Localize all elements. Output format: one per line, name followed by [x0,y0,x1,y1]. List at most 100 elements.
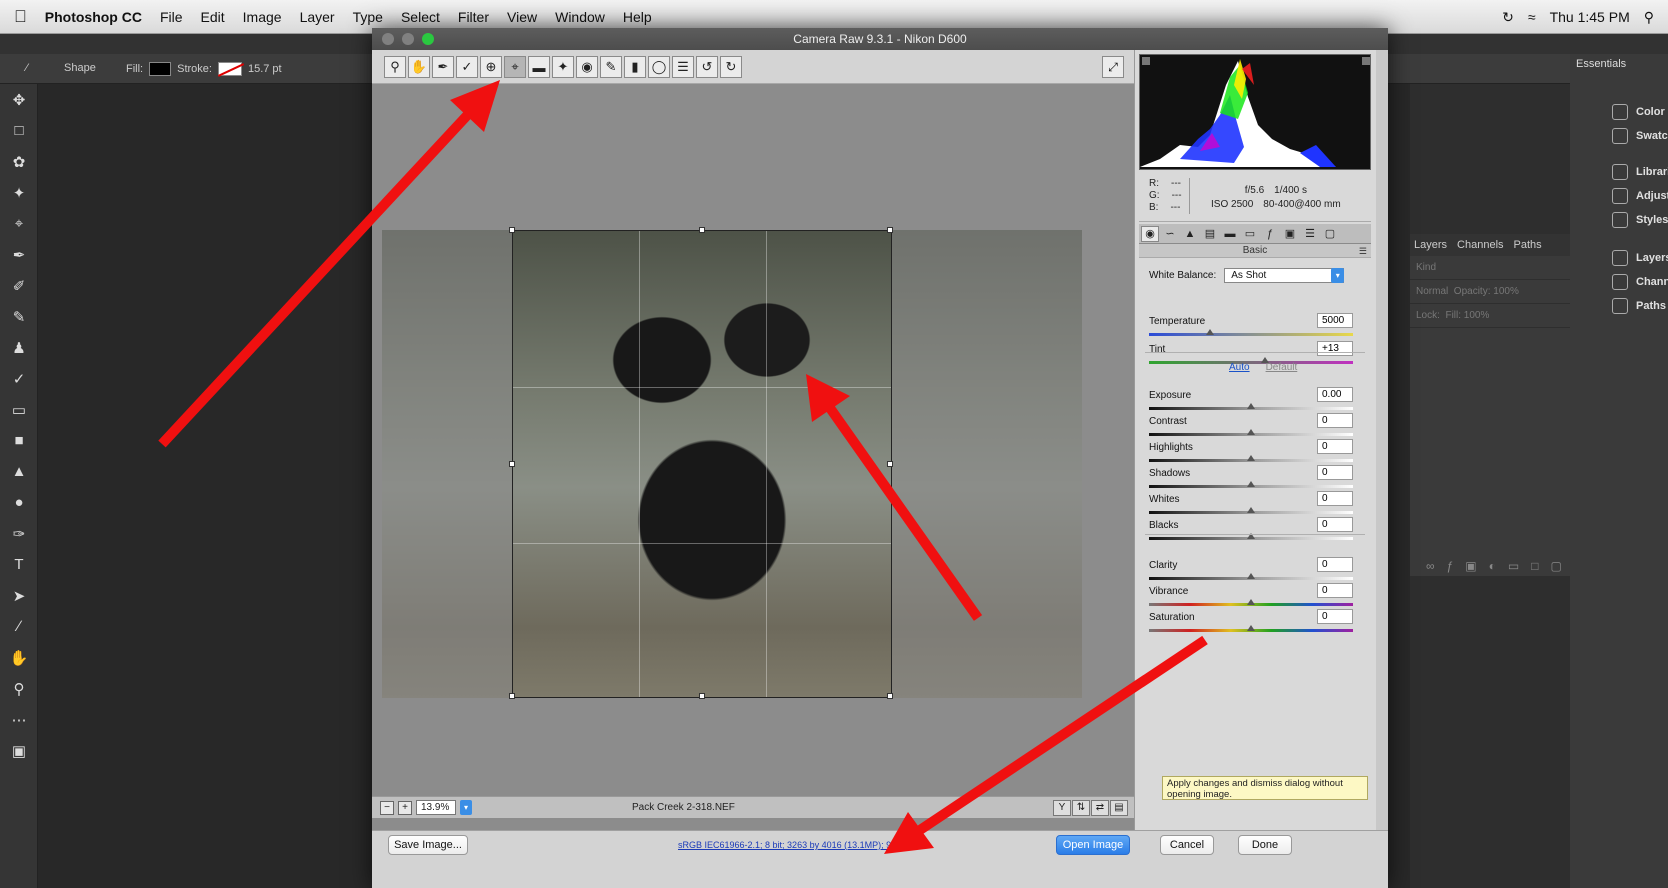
crop-handle[interactable] [887,227,893,233]
menu-layer[interactable]: Layer [300,9,335,25]
panel-styles[interactable]: Styles [1612,212,1668,228]
chevron-down-icon[interactable]: ▾ [460,800,472,815]
copy-settings-icon[interactable]: ⇄ [1091,800,1109,816]
workflow-options-link[interactable]: sRGB IEC61966-2.1; 8 bit; 3263 by 4016 (… [678,840,911,850]
panel-swatches[interactable]: Swatches [1612,128,1668,144]
color-sampler-icon[interactable]: ✓ [456,56,478,78]
workspace-switcher[interactable]: Essentials [1576,58,1626,70]
fullscreen-toggle-icon[interactable]: ⤢ [1102,56,1124,78]
app-name[interactable]: Photoshop CC [45,9,142,25]
color-swatches-icon[interactable]: ▣ [0,735,38,766]
crop-tool-icon[interactable]: ⌖ [0,208,38,239]
adjustment-brush-icon[interactable]: ✎ [600,56,622,78]
stroke-size[interactable]: 15.7 pt [248,63,282,75]
magic-wand-icon[interactable]: ✦ [0,177,38,208]
type-tool-icon[interactable]: T [0,549,38,580]
tab-split-toning-icon[interactable]: ▬ [1221,226,1239,242]
stroke-swatch[interactable] [217,62,242,76]
before-after-icon[interactable]: Y [1053,800,1071,816]
trash-icon[interactable]: ▢ [1550,559,1561,573]
folder-icon[interactable]: ▭ [1508,559,1519,573]
zoom-out-button[interactable]: − [380,800,394,815]
blend-mode[interactable]: Normal [1416,286,1448,297]
white-balance-select[interactable]: As Shot ▾ [1224,268,1345,283]
done-button[interactable]: Done [1238,835,1292,855]
rotate-cw-icon[interactable]: ↻ [720,56,742,78]
tab-lens-icon[interactable]: ▭ [1241,226,1259,242]
save-image-button[interactable]: Save Image... [388,835,468,855]
panel-libraries[interactable]: Libraries [1612,164,1668,180]
slider-thumb[interactable] [1247,481,1255,487]
slider-thumb[interactable] [1247,455,1255,461]
spotlight-icon[interactable]: ⚲ [1644,9,1654,26]
menu-help[interactable]: Help [623,9,652,25]
new-layer-icon[interactable]: □ [1531,559,1538,573]
crop-handle[interactable] [887,693,893,699]
hand-tool-icon[interactable]: ✋ [0,642,38,673]
hand-tool-icon[interactable]: ✋ [408,56,430,78]
red-eye-icon[interactable]: ◉ [576,56,598,78]
straighten-tool-icon[interactable]: ▬ [528,56,550,78]
slider-value-input[interactable]: +13 [1317,341,1353,356]
graduated-filter-icon[interactable]: ▮ [624,56,646,78]
tab-presets-icon[interactable]: ☰ [1301,226,1319,242]
tab-layers[interactable]: Layers [1414,239,1447,251]
spot-removal-icon[interactable]: ✦ [552,56,574,78]
slider-value-input[interactable]: 0.00 [1317,387,1353,402]
fill-swatch[interactable] [149,62,172,76]
crop-handle[interactable] [699,227,705,233]
toggle-view-icon[interactable]: ▤ [1110,800,1128,816]
blur-tool-icon[interactable]: ▲ [0,456,38,487]
cancel-button[interactable]: Cancel [1160,835,1214,855]
crop-box[interactable] [509,227,893,699]
zoom-level[interactable]: 13.9% [416,800,456,815]
tab-detail-icon[interactable]: ▲ [1181,226,1199,242]
default-link[interactable]: Default [1266,362,1298,373]
menu-edit[interactable]: Edit [201,9,225,25]
slider-value-input[interactable]: 0 [1317,609,1353,624]
white-balance-tool-icon[interactable]: ✒ [432,56,454,78]
adjustment-icon[interactable]: ◐ [1489,559,1496,573]
marquee-tool-icon[interactable]: □ [0,115,38,146]
pen-tool-icon[interactable]: ✑ [0,518,38,549]
move-tool-icon[interactable]: ✥ [0,84,38,115]
minimize-icon[interactable] [402,33,414,45]
dodge-tool-icon[interactable]: ● [0,487,38,518]
tab-snapshots-icon[interactable]: ▢ [1321,226,1339,242]
more-tools-icon[interactable]: ⋯ [0,704,38,735]
preferences-icon[interactable]: ☰ [672,56,694,78]
zoom-tool-icon[interactable]: ⚲ [0,673,38,704]
opacity-field[interactable]: Opacity: 100% [1454,286,1519,297]
clock[interactable]: Thu 1:45 PM [1550,9,1630,25]
crop-handle[interactable] [887,461,893,467]
shape-mode-select[interactable]: Shape [64,62,96,74]
slider-thumb[interactable] [1247,599,1255,605]
gradient-tool-icon[interactable]: ■ [0,425,38,456]
eraser-icon[interactable]: ▭ [0,394,38,425]
slider-value-input[interactable]: 5000 [1317,313,1353,328]
slider-value-input[interactable]: 0 [1317,557,1353,572]
open-image-button[interactable]: Open Image [1056,835,1130,855]
slider-value-input[interactable]: 0 [1317,491,1353,506]
fill-field[interactable]: Fill: 100% [1445,310,1489,321]
menu-view[interactable]: View [507,9,537,25]
swap-icon[interactable]: ⇅ [1072,800,1090,816]
menu-filter[interactable]: Filter [458,9,489,25]
menu-type[interactable]: Type [353,9,383,25]
zoom-window-icon[interactable] [422,33,434,45]
menu-image[interactable]: Image [243,9,282,25]
slider-value-input[interactable]: 0 [1317,583,1353,598]
tab-channels[interactable]: Channels [1457,239,1503,251]
line-tool-icon[interactable]: ∕ [0,611,38,642]
zoom-in-button[interactable]: + [398,800,412,815]
wifi-icon[interactable]: ≈ [1528,9,1536,25]
slider-value-input[interactable]: 0 [1317,439,1353,454]
crop-handle[interactable] [509,227,515,233]
tab-camera-calibration-icon[interactable]: ▣ [1281,226,1299,242]
auto-link[interactable]: Auto [1229,362,1250,373]
history-brush-icon[interactable]: ✓ [0,363,38,394]
menu-select[interactable]: Select [401,9,440,25]
eyedropper-icon[interactable]: ✒ [0,239,38,270]
line-tool-preset[interactable]: ⁄ [26,62,28,74]
crop-handle[interactable] [699,693,705,699]
